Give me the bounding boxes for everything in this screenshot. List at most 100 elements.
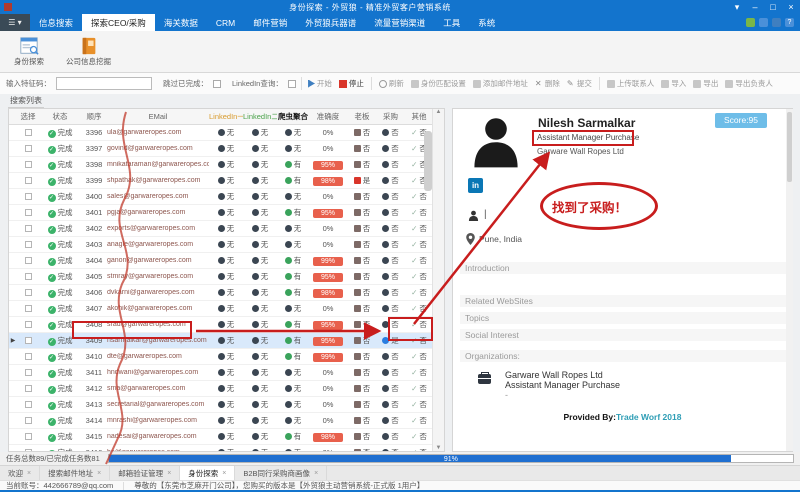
minimize-button[interactable]: – <box>746 1 764 13</box>
toolbar-button-export-owner[interactable]: 导出负责人 <box>725 78 773 89</box>
row-checkbox[interactable] <box>25 321 32 328</box>
select-cell[interactable] <box>17 209 39 216</box>
select-cell[interactable] <box>17 337 39 344</box>
bottom-tab-搜索邮件地址[interactable]: 搜索邮件地址× <box>40 466 110 480</box>
row-checkbox[interactable] <box>25 129 32 136</box>
window-style-icon[interactable]: ▾ <box>728 1 746 13</box>
row-checkbox[interactable] <box>25 145 32 152</box>
table-row[interactable]: ▶✓完成3409nsarmalkar@garwareropes.com无无有95… <box>9 333 432 349</box>
column-header-LinkedIn二级[interactable]: LinkedIn二级 <box>243 111 277 122</box>
column-header-状态[interactable]: 状态 <box>39 111 81 122</box>
linkedin-query-checkbox[interactable] <box>288 80 296 88</box>
select-cell[interactable] <box>17 241 39 248</box>
table-row[interactable]: ✓完成3414mnrashi@garwareropes.com无无无0%否否✓否 <box>9 413 432 429</box>
toolbar-button-play[interactable]: 开始 <box>307 78 332 89</box>
scroll-down-icon[interactable]: ▼ <box>436 445 442 451</box>
menu-tab-系统[interactable]: 系统 <box>469 14 504 31</box>
menu-tab-外贸狼兵器谱[interactable]: 外贸狼兵器谱 <box>296 14 365 31</box>
bottom-tab-B2B同行采购商画像[interactable]: B2B同行采购商画像× <box>235 466 327 480</box>
select-cell[interactable] <box>17 417 39 424</box>
toolbar-button-edit[interactable]: ✎提交 <box>567 78 592 89</box>
table-row[interactable]: ✓完成3402exports@garwareropes.com无无无0%否否✓否 <box>9 221 432 237</box>
skin-icon[interactable] <box>759 18 768 27</box>
select-cell[interactable] <box>17 289 39 296</box>
column-header-采购[interactable]: 采购 <box>377 111 404 122</box>
select-cell[interactable] <box>17 433 39 440</box>
table-row[interactable]: ✓完成3401pgja@garwareropes.com无无有95%否否✓否 <box>9 205 432 221</box>
select-cell[interactable] <box>17 369 39 376</box>
table-row[interactable]: ✓完成3404ganon@garwareropes.com无无有99%否否✓否 <box>9 253 432 269</box>
table-row[interactable]: ✓完成3397govind@garwareropes.com无无无0%否否✓否 <box>9 141 432 157</box>
select-cell[interactable] <box>17 305 39 312</box>
table-row[interactable]: ✓完成3403anagle@garwareropes.com无无无0%否否✓否 <box>9 237 432 253</box>
toolbar-button-upload[interactable]: 上传联系人 <box>607 78 655 89</box>
skip-finished-checkbox[interactable] <box>213 80 221 88</box>
app-menu-button[interactable]: ☰ ▾ <box>0 14 30 31</box>
tab-close-icon[interactable]: × <box>167 470 171 477</box>
maximize-button[interactable]: □ <box>764 1 782 13</box>
table-row[interactable]: ✓完成3406dvkarni@garwareropes.com无无有98%否否✓… <box>9 285 432 301</box>
bottom-tab-欢迎[interactable]: 欢迎× <box>0 466 40 480</box>
column-header-准确度[interactable]: 准确度 <box>309 111 347 122</box>
row-checkbox[interactable] <box>25 273 32 280</box>
lock-icon[interactable] <box>772 18 781 27</box>
table-row[interactable]: ✓完成3416ho@garwareropes.com无无无0%否否✓否 <box>9 445 432 451</box>
row-checkbox[interactable] <box>25 369 32 376</box>
column-header-LinkedIn一级[interactable]: LinkedIn一级 <box>209 111 243 122</box>
column-header-顺序[interactable]: 顺序 <box>81 111 107 122</box>
table-row[interactable]: ✓完成3412sma@garwareropes.com无无无0%否否✓否 <box>9 381 432 397</box>
toolbar-button-stop[interactable]: 停止 <box>339 78 364 89</box>
row-checkbox[interactable] <box>25 417 32 424</box>
select-cell[interactable] <box>17 257 39 264</box>
table-row[interactable]: ✓完成3400sales@garwareropes.com无无无0%否否✓否 <box>9 189 432 205</box>
search-list-tab[interactable]: 搜索列表 <box>8 95 44 108</box>
menu-tab-CRM[interactable]: CRM <box>207 14 244 31</box>
select-cell[interactable] <box>17 177 39 184</box>
tab-close-icon[interactable]: × <box>314 470 318 477</box>
tab-close-icon[interactable]: × <box>222 470 226 477</box>
table-row[interactable]: ✓完成3398mnikataraman@garwareropes.com无无有9… <box>9 157 432 173</box>
select-cell[interactable] <box>17 161 39 168</box>
select-cell[interactable] <box>17 401 39 408</box>
toolbar-button-delete[interactable]: ✕删除 <box>535 78 560 89</box>
score-badge[interactable]: Score:95 <box>715 113 767 128</box>
company-info-mining-button[interactable]: 公司信息挖掘 <box>62 34 115 69</box>
linkedin-icon[interactable]: in <box>468 178 483 193</box>
table-row[interactable]: ✓完成3396ula@garwareropes.com无无无0%否否✓否 <box>9 125 432 141</box>
menu-tab-信息搜索[interactable]: 信息搜索 <box>30 14 82 31</box>
provided-by-link[interactable]: Trade Worf 2018 <box>616 412 682 422</box>
select-cell[interactable] <box>17 225 39 232</box>
select-cell[interactable] <box>17 321 39 328</box>
select-cell[interactable] <box>17 353 39 360</box>
row-checkbox[interactable] <box>25 177 32 184</box>
menu-tab-邮件营销[interactable]: 邮件营销 <box>244 14 296 31</box>
column-header-老板[interactable]: 老板 <box>347 111 377 122</box>
row-checkbox[interactable] <box>25 257 32 264</box>
close-button[interactable]: × <box>782 1 800 13</box>
row-checkbox[interactable] <box>25 433 32 440</box>
row-checkbox[interactable] <box>25 289 32 296</box>
table-row[interactable]: ✓完成3415nadesai@garwareropes.com无无有98%否否✓… <box>9 429 432 445</box>
tab-close-icon[interactable]: × <box>97 470 101 477</box>
scrollbar-thumb[interactable] <box>424 131 432 191</box>
row-checkbox[interactable] <box>25 241 32 248</box>
bottom-tab-邮箱验证管理[interactable]: 邮箱验证管理× <box>110 466 180 480</box>
column-header-爬虫聚合[interactable]: 爬虫聚合 <box>277 111 309 122</box>
row-checkbox[interactable] <box>25 385 32 392</box>
row-checkbox[interactable] <box>25 193 32 200</box>
menu-tab-工具[interactable]: 工具 <box>434 14 469 31</box>
toolbar-button-add-mail[interactable]: 添加邮件地址 <box>473 78 528 89</box>
row-checkbox[interactable] <box>25 225 32 232</box>
row-checkbox[interactable] <box>25 337 32 344</box>
bottom-tab-身份探索[interactable]: 身份探索× <box>180 466 235 480</box>
table-scrollbar[interactable]: ▲ ▼ <box>432 109 444 451</box>
tab-close-icon[interactable]: × <box>27 470 31 477</box>
row-checkbox[interactable] <box>25 161 32 168</box>
identity-explore-button[interactable]: 身份探索 <box>10 34 48 69</box>
row-checkbox[interactable] <box>25 449 32 451</box>
table-row[interactable]: ✓完成3407akohik@garwareropes.com无无无0%否否✓否 <box>9 301 432 317</box>
table-row[interactable]: ✓完成3413secretarial@garwareropes.com无无无0%… <box>9 397 432 413</box>
column-header-EMail[interactable]: EMail <box>107 112 209 121</box>
select-cell[interactable] <box>17 385 39 392</box>
table-row[interactable]: ✓完成3410dte@garwareropes.com无无有99%否否✓否 <box>9 349 432 365</box>
